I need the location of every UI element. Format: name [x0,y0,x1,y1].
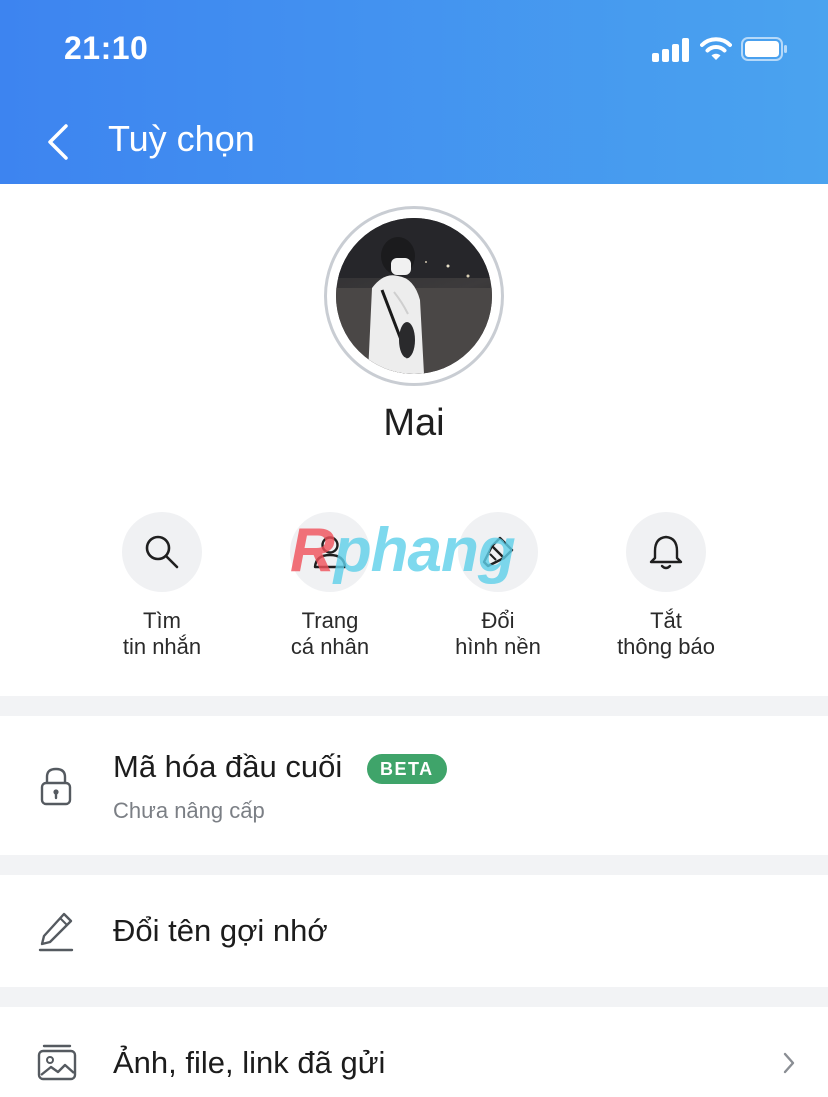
action-label-line1: Đổi [481,608,515,633]
action-label-line1: Trang [301,608,359,633]
bell-icon-circle [626,512,706,592]
person-icon-circle [290,512,370,592]
chevron-right-icon [783,1052,795,1074]
personal-page-button[interactable]: Trang cá nhân [250,512,410,660]
avatar[interactable] [324,206,504,386]
app-header: 21:10 Tuỳ chọn [0,0,828,184]
settings-row-encryption[interactable]: Mã hóa đầu cuối BETA Chưa nâng cấp [0,716,828,855]
battery-icon [741,37,787,61]
change-wallpaper-button[interactable]: Đổi hình nền [418,512,578,660]
status-time: 21:10 [64,30,149,66]
settings-row-rename[interactable]: Đổi tên gợi nhớ [0,875,828,987]
signal-icon [652,38,690,62]
search-icon [145,535,179,569]
search-icon-circle [122,512,202,592]
back-button[interactable] [36,118,84,166]
settings-row-media[interactable]: Ảnh, file, link đã gửi [0,1007,828,1097]
action-label-line2: tin nhắn [122,634,202,659]
page-title: Tuỳ chọn [108,118,255,159]
lock-icon [40,767,72,806]
pencil-icon [38,912,74,952]
encryption-status: Chưa nâng cấp [113,798,265,823]
search-messages-button[interactable]: Tìm tin nhắn [82,512,242,660]
encryption-label: Mã hóa đầu cuối [113,749,343,784]
rename-label: Đổi tên gợi nhớ [113,913,328,948]
person-icon [313,536,347,569]
paint-brush-icon-circle [458,512,538,592]
section-divider [0,855,828,875]
wifi-icon [700,37,732,60]
gallery-icon [37,1044,77,1081]
section-divider [0,696,828,716]
profile-name: Mai [383,402,445,444]
avatar-image [336,218,492,374]
beta-badge: BETA [367,754,447,784]
section-divider [0,987,828,1007]
action-label-line2: hình nền [455,634,541,659]
action-label-line2: thông báo [617,634,715,659]
mute-notifications-button[interactable]: Tắt thông báo [586,512,746,660]
media-label: Ảnh, file, link đã gửi [113,1045,386,1080]
paint-brush-icon [482,536,514,568]
action-label-line1: Tắt [650,608,682,633]
bell-icon [649,535,683,570]
action-label-line1: Tìm [143,608,181,633]
action-label-line2: cá nhân [290,634,370,659]
profile-section: Mai Tìm tin nhắn Trang cá nhân Đổi hình … [0,184,828,696]
